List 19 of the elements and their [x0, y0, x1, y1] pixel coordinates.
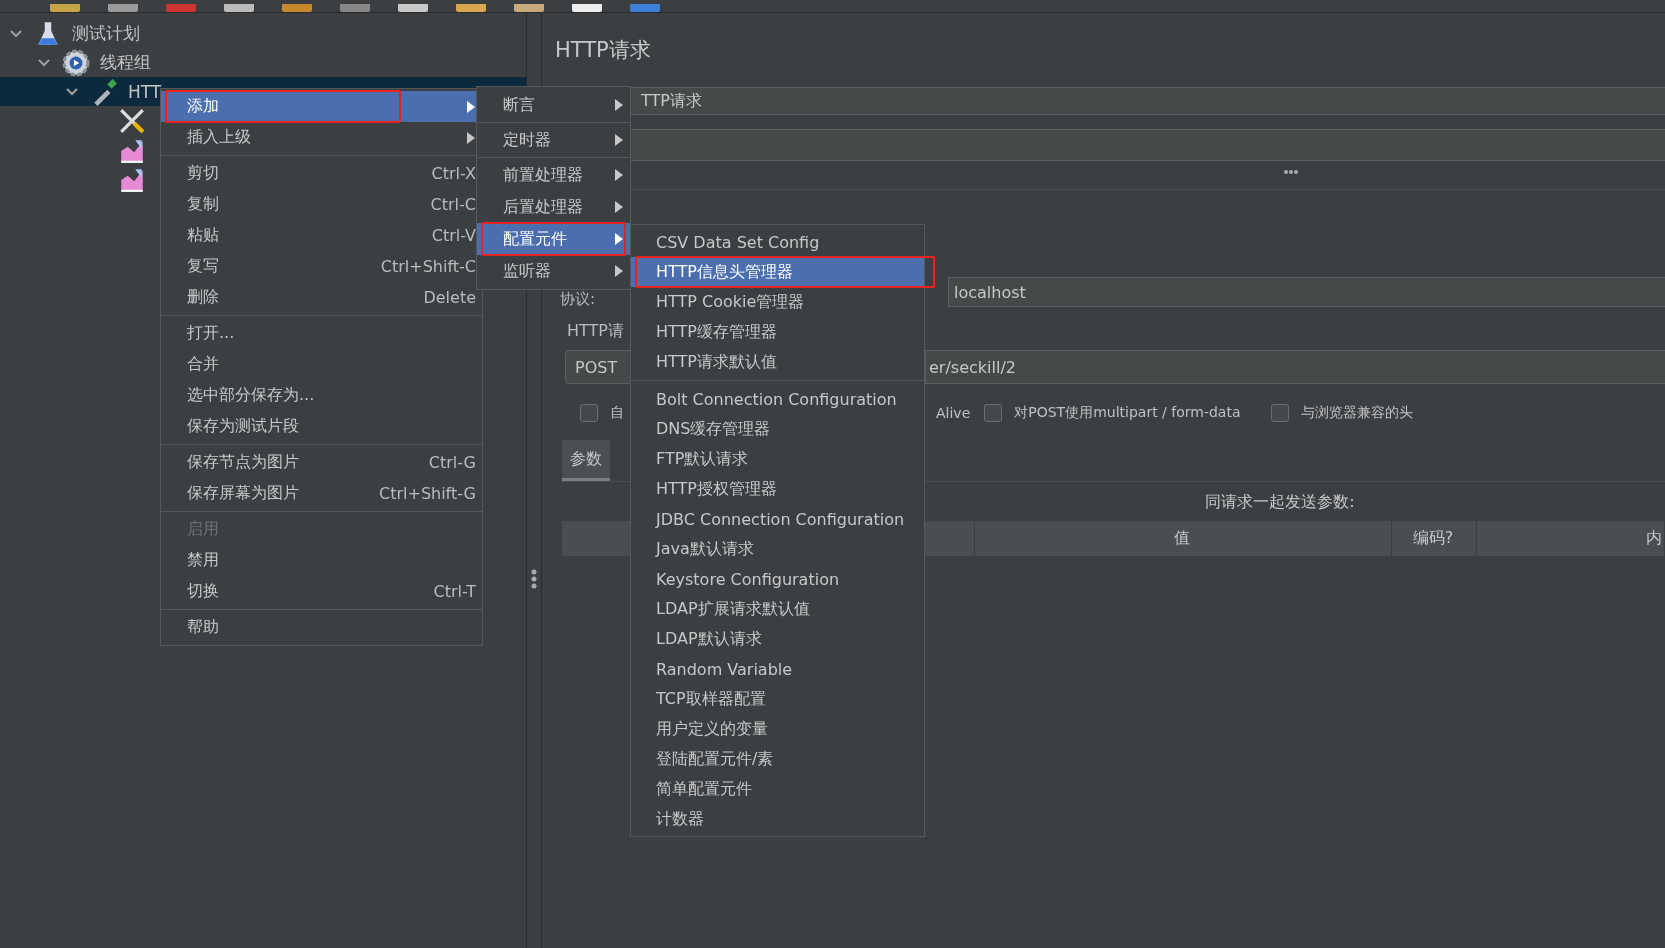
tree-label: 线程组	[100, 51, 151, 74]
shortcut-label: Ctrl+Shift-C	[380, 257, 476, 276]
field-label: 协议:	[560, 291, 596, 307]
checkbox-label: 自	[610, 404, 624, 422]
checkbox-label: 与浏览器兼容的头	[1300, 404, 1413, 422]
shortcut-label: Ctrl-G	[428, 453, 476, 472]
shortcut-label: Ctrl-X	[431, 164, 476, 183]
shortcut-label: Ctrl+Shift-G	[379, 484, 476, 503]
shortcut-label: Ctrl-V	[431, 226, 476, 245]
table-caption: 同请求一起发送参数:	[1204, 492, 1356, 513]
checkbox-label: 对POST使用multipart / form-data	[1014, 404, 1241, 422]
shortcut-label: Ctrl-C	[430, 195, 476, 214]
checkbox-label: Alive	[936, 405, 971, 421]
shortcut-label: Ctrl-T	[433, 582, 476, 601]
tree-label: 测试计划	[72, 22, 140, 45]
shortcut-label: Delete	[423, 288, 476, 307]
tree-label: HTT	[128, 81, 162, 102]
group-label: HTTP请	[567, 321, 624, 342]
panel-title: HTTP请求	[555, 37, 652, 64]
